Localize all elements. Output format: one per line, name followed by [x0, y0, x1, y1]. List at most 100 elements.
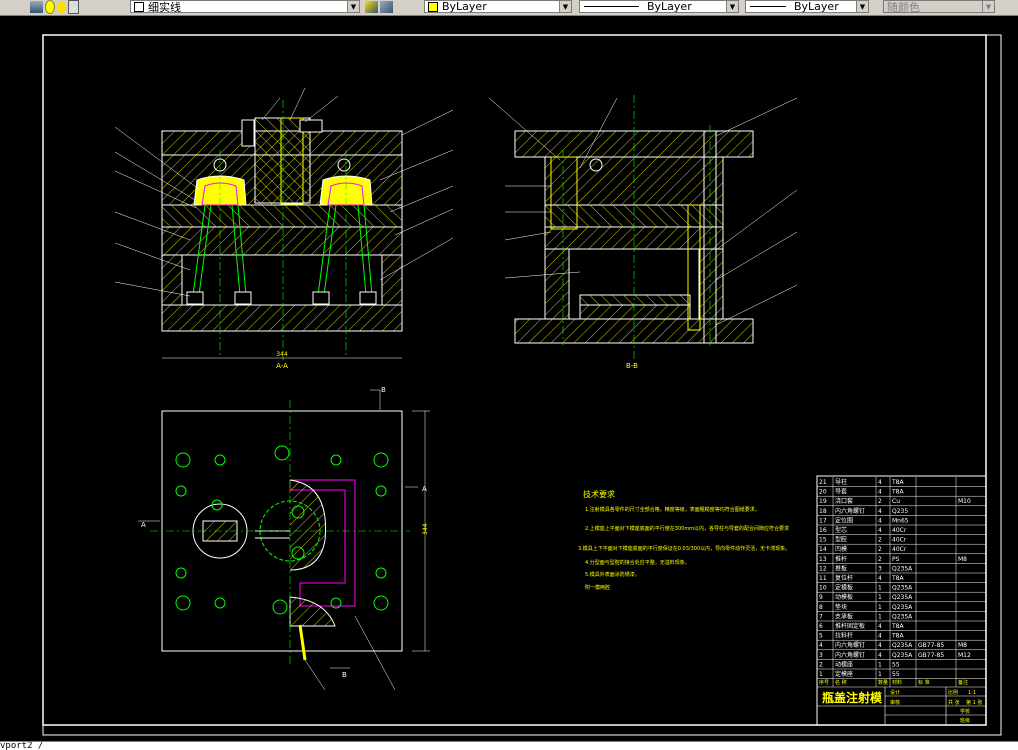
- linetype-control-dropdown[interactable]: ByLayer ▼: [579, 0, 739, 13]
- bulb-icon[interactable]: [45, 0, 55, 14]
- layer-previous-icon[interactable]: [380, 1, 393, 13]
- bom-cell-name: 垫块: [835, 603, 847, 611]
- bom-cell-mat: 40Cr: [892, 546, 907, 553]
- bom-cell-note: M10: [958, 498, 971, 505]
- tb-ratio: 1:1: [968, 690, 976, 696]
- bom-cell-no: 11: [819, 575, 827, 582]
- tech-line-5: 5.模具外表面涂防锈漆。: [585, 571, 640, 578]
- bom-cell-mat: T8A: [891, 633, 904, 640]
- bom-cell-mat: PS: [892, 556, 900, 563]
- bom-row: 10 定模板 1 Q235A: [817, 584, 986, 593]
- bom-cell-no: 2: [819, 661, 823, 668]
- bom-cell-qty: 1: [878, 604, 882, 611]
- bom-cell-qty: 2: [878, 546, 882, 553]
- bom-cell-mat: Q235A: [892, 642, 913, 649]
- color-control-dropdown[interactable]: ByLayer ▼: [424, 0, 572, 13]
- bom-row: 17 定位圈 4 Mn65: [817, 516, 986, 526]
- bom-cell-qty: 4: [878, 479, 882, 486]
- bom-cell-qty: 3: [878, 565, 882, 572]
- bom-cell-name: 浇口套: [835, 497, 853, 505]
- bom-cell-no: 7: [819, 613, 823, 620]
- layer-icons: [30, 0, 81, 14]
- bom-cell-mat: T8A: [891, 623, 904, 630]
- tb-ratio-label: 比例: [948, 689, 958, 696]
- bom-cell-no: 13: [819, 556, 827, 563]
- tech-line-6: 附一模两腔: [585, 584, 610, 591]
- lineweight-control-dropdown[interactable]: ByLayer ▼: [745, 0, 869, 13]
- tb-sheet-label: 共 张: [948, 699, 960, 706]
- chevron-down-icon[interactable]: ▼: [559, 1, 571, 12]
- bom-cell-qty: 4: [878, 633, 882, 640]
- bom-cell-qty: 2: [878, 556, 882, 563]
- technical-requirements: 技术要求 1.注射模具各零件的尺寸全部合格，精度等级，表面粗糙度等均符合图纸要求…: [578, 489, 790, 591]
- tech-line-1: 1.注射模具各零件的尺寸全部合格，精度等级，表面粗糙度等均符合图纸要求。: [585, 506, 760, 513]
- bom-row: 1 定模座 1 55: [817, 670, 986, 679]
- bom-cell-name: 内六角螺钉: [835, 651, 865, 659]
- bom-cell-name: 动模座: [835, 660, 853, 668]
- bom-cell-mat: 55: [892, 671, 900, 678]
- bom-cell-name: 复位杆: [835, 574, 853, 582]
- color-swatch: [428, 1, 438, 12]
- bom-table: 21 导柱 4 T8A20 导套 4 T8A19 浇口套 2 Cu M1018 内六角螺钉 4 Q2351…: [816, 475, 987, 726]
- drawing-canvas[interactable]: 344 A-A B-B 344 A A B B 技术要求 1.注射模具各零件的尺…: [0, 16, 1018, 741]
- chevron-down-icon[interactable]: ▼: [347, 1, 359, 12]
- bom-cell-qty: 1: [878, 585, 882, 592]
- chevron-down-icon[interactable]: ▼: [856, 1, 868, 12]
- plotstyle-control-value: 随颜色: [887, 0, 920, 14]
- bom-row: 3 内六角螺钉 4 Q235A GB77-85 M12: [817, 651, 986, 660]
- tb-reviewer: 审核: [890, 699, 900, 706]
- bom-cell-name: 支承板: [835, 612, 853, 620]
- bom-header-qty: 数量: [878, 679, 888, 686]
- bom-cell-mat: Q235: [892, 508, 908, 515]
- section-mark-a-left: A: [141, 521, 146, 529]
- bom-cell-mat: 40Cr: [892, 537, 907, 544]
- bom-header-std: 标 准: [918, 679, 930, 686]
- tb-designer: 设计: [890, 689, 900, 696]
- bom-cell-qty: 2: [878, 537, 882, 544]
- bom-row: 5 拉料杆 4 T8A: [817, 632, 986, 641]
- bom-cell-no: 15: [819, 537, 827, 544]
- bom-cell-note: M8: [958, 642, 967, 649]
- bom-cell-name: 定模座: [835, 670, 853, 678]
- bom-row: 11 复位杆 4 T8A: [817, 574, 986, 583]
- bom-row: 20 导套 4 T8A: [817, 488, 986, 497]
- plan-view: 344 A A B B: [138, 386, 430, 691]
- bom-cell-qty: 4: [878, 623, 882, 630]
- layer-manager-icon[interactable]: [30, 1, 43, 13]
- bom-cell-name: 导柱: [835, 478, 847, 486]
- properties-toolbar: 细实线 ▼ ByLayer ▼ ByLayer ▼ ByLayer ▼ 随颜色 …: [0, 0, 1018, 16]
- chevron-down-icon[interactable]: ▼: [982, 1, 994, 12]
- tech-line-2: 2.上模座上平面对下模座底面的平行度在300mm以内，各导柱与导套的配合间隙应符…: [585, 525, 789, 532]
- bom-cell-std: GB77-85: [918, 652, 944, 659]
- dim-width: 344: [276, 351, 288, 358]
- sun-icon[interactable]: [57, 1, 66, 13]
- bom-cell-name: 定模板: [835, 584, 853, 592]
- bom-row: 12 推板 3 Q235A: [817, 564, 986, 574]
- plotstyle-control-dropdown[interactable]: 随颜色 ▼: [883, 0, 995, 14]
- layer-dropdown[interactable]: 细实线 ▼: [130, 0, 360, 14]
- bom-cell-no: 14: [819, 546, 827, 553]
- section-mark-b-top: B: [381, 386, 386, 394]
- bom-cell-no: 17: [819, 517, 827, 524]
- linetype-preview: [584, 6, 639, 7]
- bom-cell-mat: T8A: [891, 489, 904, 496]
- layer-tool-icons: [365, 0, 395, 14]
- bom-cell-qty: 1: [878, 661, 882, 668]
- lock-icon[interactable]: [68, 0, 79, 14]
- bom-cell-no: 4: [819, 642, 823, 649]
- bom-row: 15 型腔 2 40Cr: [817, 536, 986, 545]
- bom-cell-no: 9: [819, 594, 823, 601]
- bom-cell-std: GB77-85: [918, 642, 944, 649]
- lineweight-preview: [750, 6, 786, 7]
- bom-cell-name: 型腔: [835, 536, 847, 544]
- chevron-down-icon[interactable]: ▼: [726, 1, 738, 12]
- bom-cell-mat: Q235A: [892, 585, 913, 592]
- section-bb-label: B-B: [626, 362, 638, 370]
- bom-cell-mat: Q235A: [892, 652, 913, 659]
- bom-row: 6 推杆固定板 4 T8A: [817, 622, 986, 631]
- make-current-icon[interactable]: [365, 1, 378, 13]
- bom-cell-no: 8: [819, 604, 823, 611]
- bom-row: 7 支承板 1 Q235A: [817, 612, 986, 622]
- bom-header-mat: 材料: [892, 679, 902, 686]
- drawing-svg: 344 A-A B-B 344 A A B B 技术要求 1.注射模具各零件的尺…: [42, 34, 1002, 736]
